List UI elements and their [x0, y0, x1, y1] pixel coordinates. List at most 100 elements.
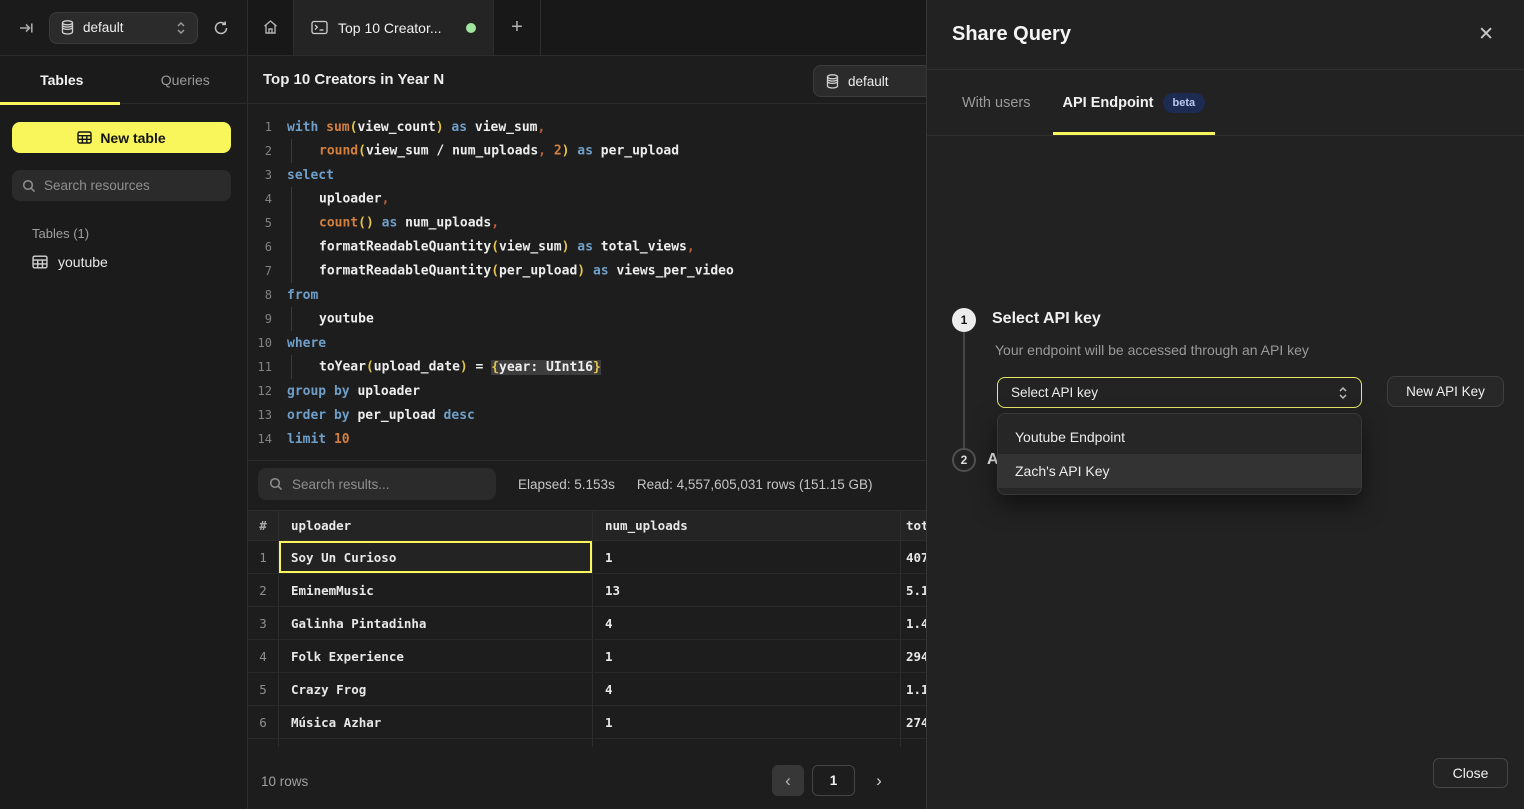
elapsed-stat: Elapsed: 5.153s — [518, 477, 615, 492]
query-title: Top 10 Creators in Year N — [263, 71, 444, 88]
close-icon[interactable]: ✕ — [1478, 25, 1494, 44]
code-text: formatReadableQuantity(view_sum) as tota… — [287, 235, 695, 259]
line-number: 10 — [248, 336, 272, 350]
unsaved-dot-icon — [466, 23, 476, 33]
home-icon — [262, 19, 279, 36]
api-key-option[interactable]: Zach's API Key — [998, 454, 1361, 488]
step-2-indicator: 2 — [952, 448, 976, 472]
new-tab-button[interactable]: + — [494, 0, 541, 55]
terminal-icon — [311, 20, 328, 35]
refresh-icon[interactable] — [207, 14, 235, 42]
code-text: uploader, — [287, 187, 389, 211]
pagination: ‹ 1 › — [772, 765, 895, 796]
sidebar-tab-tables[interactable]: Tables — [0, 56, 124, 103]
line-number: 13 — [248, 408, 272, 422]
table-cell[interactable]: 13 — [593, 574, 901, 606]
next-page-button[interactable]: › — [863, 765, 895, 796]
step-connector-line — [963, 332, 965, 448]
sidebar-header: default — [0, 0, 247, 56]
new-table-label: New table — [100, 130, 165, 146]
table-cell[interactable]: 1 — [593, 706, 901, 738]
table-cell[interactable]: 4 — [593, 607, 901, 639]
code-text: from — [287, 288, 318, 303]
active-tab-underline — [0, 102, 120, 105]
line-number: 4 — [248, 192, 272, 206]
row-number: 4 — [248, 640, 279, 672]
results-search-placeholder: Search results... — [292, 477, 390, 492]
column-header[interactable]: uploader — [279, 511, 593, 540]
database-icon — [826, 74, 839, 89]
table-cell[interactable]: Crazy Frog — [279, 673, 593, 705]
sidebar-item-youtube[interactable]: youtube — [32, 254, 247, 270]
close-button[interactable]: Close — [1433, 758, 1508, 788]
chevron-up-down-icon — [176, 21, 186, 35]
code-text: youtube — [287, 307, 374, 331]
sidebar-tabs: Tables Queries — [0, 56, 247, 104]
code-text: round(view_sum / num_uploads, 2) as per_… — [287, 139, 679, 163]
table-cell[interactable]: 1 — [593, 541, 901, 573]
line-number: 3 — [248, 168, 272, 182]
new-table-button[interactable]: New table — [12, 122, 231, 153]
column-header[interactable]: # — [248, 511, 279, 540]
database-selector-label: default — [83, 20, 167, 35]
table-cell[interactable]: EminemMusic — [279, 574, 593, 606]
line-number: 2 — [248, 144, 272, 158]
query-tab[interactable]: Top 10 Creator... — [294, 0, 494, 55]
table-item-label: youtube — [58, 254, 108, 270]
collapse-sidebar-icon[interactable] — [12, 14, 40, 42]
sidebar: default Tables Queries New table — [0, 0, 248, 809]
share-panel-tabs: With users API Endpoint beta — [927, 70, 1524, 136]
tab-api-endpoint-label: API Endpoint — [1063, 95, 1154, 111]
table-cell[interactable]: 1 — [593, 640, 901, 672]
code-text: count() as num_uploads, — [287, 211, 499, 235]
table-cell[interactable]: Música Azhar — [279, 706, 593, 738]
results-search-input[interactable]: Search results... — [258, 468, 496, 500]
line-number: 12 — [248, 384, 272, 398]
share-panel-body: 1 2 Select API key Your endpoint will be… — [927, 136, 1524, 739]
new-api-key-button[interactable]: New API Key — [1387, 376, 1504, 407]
tab-with-users[interactable]: With users — [952, 70, 1041, 135]
tables-section-label: Tables (1) — [32, 226, 247, 241]
api-key-dropdown: Youtube EndpointZach's API Key — [997, 413, 1362, 495]
table-cell[interactable]: Folk Experience — [279, 640, 593, 672]
sidebar-search-placeholder: Search resources — [44, 178, 150, 193]
database-icon — [61, 20, 74, 35]
line-number: 11 — [248, 360, 272, 374]
line-number: 8 — [248, 288, 272, 302]
code-text: limit 10 — [287, 432, 350, 447]
table-grid-icon — [32, 255, 48, 269]
sidebar-search-input[interactable]: Search resources — [12, 170, 231, 201]
sidebar-tab-queries[interactable]: Queries — [124, 56, 248, 103]
row-number: 6 — [248, 706, 279, 738]
column-header[interactable]: num_uploads — [593, 511, 901, 540]
share-panel-header: Share Query ✕ — [927, 0, 1524, 70]
search-icon — [269, 477, 283, 491]
api-key-option[interactable]: Youtube Endpoint — [998, 420, 1361, 454]
row-number: 2 — [248, 574, 279, 606]
line-number: 1 — [248, 120, 272, 134]
code-text: formatReadableQuantity(per_upload) as vi… — [287, 259, 734, 283]
code-text: where — [287, 336, 326, 351]
share-query-panel: Share Query ✕ With users API Endpoint be… — [926, 0, 1524, 809]
table-cell[interactable]: Soy Un Curioso — [279, 541, 593, 573]
step-1-indicator: 1 — [952, 308, 976, 332]
current-page-button[interactable]: 1 — [812, 765, 855, 796]
home-button[interactable] — [248, 0, 294, 55]
step-2-title-clipped: A — [987, 451, 997, 469]
row-number: 3 — [248, 607, 279, 639]
line-number: 7 — [248, 264, 272, 278]
table-cell[interactable]: Galinha Pintadinha — [279, 607, 593, 639]
tab-api-endpoint[interactable]: API Endpoint beta — [1053, 70, 1216, 135]
api-key-select[interactable]: Select API key — [997, 377, 1362, 408]
table-cell[interactable]: 4 — [593, 673, 901, 705]
code-text: group by uploader — [287, 384, 420, 399]
query-tab-label: Top 10 Creator... — [338, 20, 456, 36]
chevron-up-down-icon — [1338, 386, 1348, 400]
line-number: 6 — [248, 240, 272, 254]
row-number: 5 — [248, 673, 279, 705]
database-selector[interactable]: default — [49, 12, 198, 44]
tab-with-users-label: With users — [962, 95, 1031, 111]
read-stat: Read: 4,557,605,031 rows (151.15 GB) — [637, 477, 873, 492]
code-text: toYear(upload_date) = {year: UInt16} — [287, 355, 601, 379]
prev-page-button[interactable]: ‹ — [772, 765, 804, 796]
